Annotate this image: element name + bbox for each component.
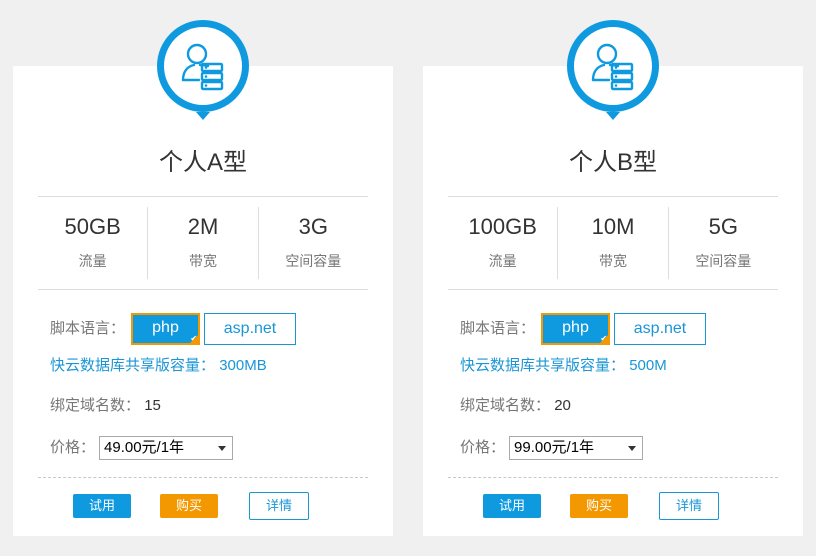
bind-domains-label: 绑定域名数： <box>50 397 141 414</box>
check-mark-icon: ✔ <box>190 334 198 343</box>
divider <box>448 196 778 197</box>
db-capacity-row: 快云数据库共享版容量： 500M <box>460 356 778 376</box>
price-row: 价格： 49.00元/1年 <box>50 434 368 462</box>
traffic-value: 100GB <box>468 214 537 239</box>
spec-space: 3G 空间容量 <box>257 207 368 279</box>
buy-button[interactable]: 购买 <box>570 494 628 518</box>
try-button[interactable]: 试用 <box>73 494 131 518</box>
detail-button[interactable]: 详情 <box>659 492 719 520</box>
plan-title: 个人A型 <box>158 149 247 176</box>
bind-domains-value: 20 <box>554 397 571 414</box>
script-lang-label: 脚本语言： <box>460 320 536 337</box>
price-label: 价格： <box>50 439 96 456</box>
plan-title: 个人B型 <box>568 149 657 176</box>
db-capacity-value: 500M <box>629 357 667 374</box>
traffic-label: 流量 <box>488 253 517 269</box>
divider-dashed <box>38 477 368 478</box>
php-option-label: php <box>152 319 179 336</box>
space-label: 空间容量 <box>285 253 342 269</box>
aspnet-option-button[interactable]: asp.net <box>204 313 297 345</box>
db-capacity-value: 300MB <box>219 357 267 374</box>
divider-dashed <box>448 477 778 478</box>
bandwidth-label: 带宽 <box>188 253 217 269</box>
chevron-down-icon <box>218 445 227 451</box>
action-bar: 试用 购买 详情 <box>13 492 393 520</box>
price-selected-value: 49.00元/1年 <box>104 439 185 456</box>
spec-bandwidth: 10M 带宽 <box>557 207 667 279</box>
spec-bandwidth: 2M 带宽 <box>147 207 257 279</box>
check-mark-icon: ✔ <box>600 334 608 343</box>
divider <box>38 196 368 197</box>
space-value: 5G <box>708 214 738 239</box>
space-label: 空间容量 <box>695 253 752 269</box>
bind-domains-row: 绑定域名数： 20 <box>460 396 778 416</box>
traffic-label: 流量 <box>78 253 107 269</box>
script-lang-row: 脚本语言： php ✔ asp.net <box>50 312 368 346</box>
db-capacity-label: 快云数据库共享版容量： <box>460 357 626 374</box>
spec-space: 5G 空间容量 <box>667 207 778 279</box>
bandwidth-label: 带宽 <box>598 253 627 269</box>
script-lang-label: 脚本语言： <box>50 320 126 337</box>
price-selected-value: 99.00元/1年 <box>514 439 595 456</box>
bandwidth-value: 2M <box>187 214 219 239</box>
space-value: 3G <box>298 214 328 239</box>
script-lang-row: 脚本语言： php ✔ asp.net <box>460 312 778 346</box>
aspnet-option-button[interactable]: asp.net <box>614 313 707 345</box>
db-capacity-label: 快云数据库共享版容量： <box>50 357 216 374</box>
php-option-label: php <box>562 319 589 336</box>
plan-specs: 100GB 流量 10M 带宽 5G 空间容量 <box>448 207 778 279</box>
bind-domains-row: 绑定域名数： 15 <box>50 396 368 416</box>
php-option-button[interactable]: php ✔ <box>541 313 611 345</box>
spec-traffic: 50GB 流量 <box>38 207 147 279</box>
user-server-icon <box>153 16 253 126</box>
divider <box>38 289 368 290</box>
plan-card-b: 个人B型 100GB 流量 10M 带宽 5G 空间容量 脚本语言： php ✔… <box>423 20 803 536</box>
price-row: 价格： 99.00元/1年 <box>460 434 778 462</box>
price-select[interactable]: 49.00元/1年 <box>99 436 234 460</box>
db-capacity-row: 快云数据库共享版容量： 300MB <box>50 356 368 376</box>
bind-domains-value: 15 <box>144 397 161 414</box>
php-option-button[interactable]: php ✔ <box>131 313 201 345</box>
bandwidth-value: 10M <box>591 214 635 239</box>
user-server-icon <box>563 16 663 126</box>
divider <box>448 289 778 290</box>
plan-card-a: 个人A型 50GB 流量 2M 带宽 3G 空间容量 脚本语言： php ✔ a… <box>13 20 393 536</box>
price-select[interactable]: 99.00元/1年 <box>509 436 644 460</box>
bind-domains-label: 绑定域名数： <box>460 397 551 414</box>
detail-button[interactable]: 详情 <box>249 492 309 520</box>
action-bar: 试用 购买 详情 <box>423 492 803 520</box>
spec-traffic: 100GB 流量 <box>448 207 557 279</box>
price-label: 价格： <box>460 439 506 456</box>
traffic-value: 50GB <box>64 214 121 239</box>
chevron-down-icon <box>628 445 637 451</box>
plan-specs: 50GB 流量 2M 带宽 3G 空间容量 <box>38 207 368 279</box>
try-button[interactable]: 试用 <box>483 494 541 518</box>
buy-button[interactable]: 购买 <box>160 494 218 518</box>
